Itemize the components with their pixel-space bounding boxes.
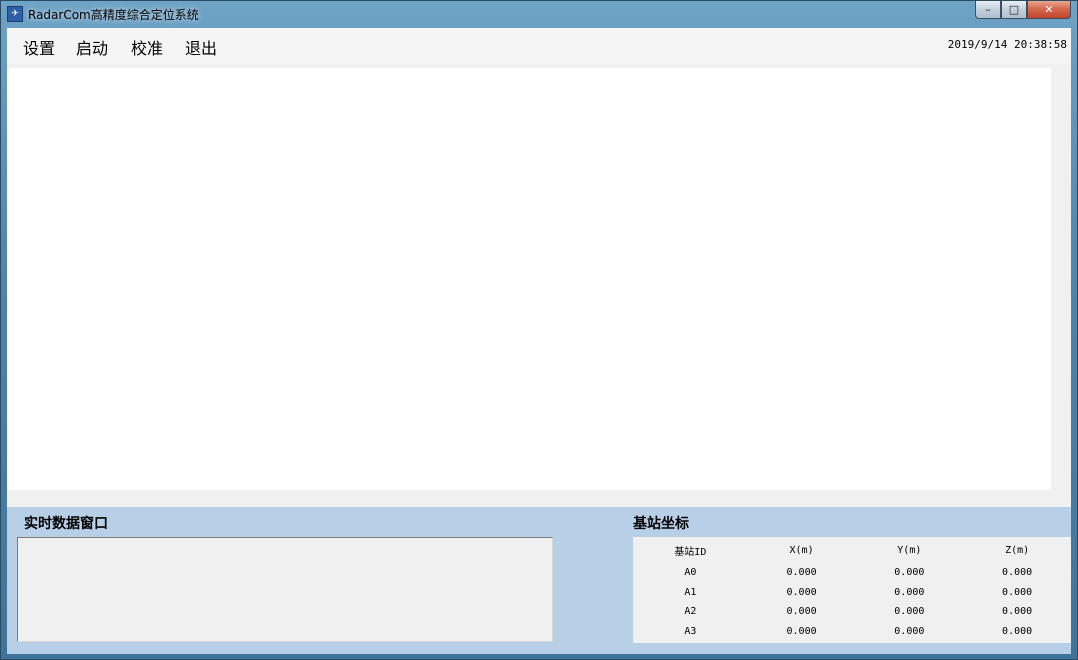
z-cell: 0.000 (1002, 586, 1033, 598)
column-header-x: X(m) (789, 544, 814, 556)
menu-settings[interactable]: 设置 (23, 35, 55, 59)
x-cell: 0.000 (786, 606, 817, 618)
station-id-cell: A1 (684, 586, 697, 598)
z-cell: 0.000 (1002, 606, 1033, 618)
station-coordinates-panel: 基站ID X(m) Y(m) Z(m) A0 0.000 0.000 0.000 (633, 537, 1071, 643)
bottom-panel: 实时数据窗口 基站坐标 基站ID X(m) Y(m) Z(m) A0 0.000… (7, 507, 1071, 654)
y-cell: 0.000 (894, 567, 925, 579)
column-header-y: Y(m) (897, 544, 922, 556)
x-cell: 0.000 (786, 625, 817, 637)
title-bar[interactable]: ✈ RadarCom高精度综合定位系统 – □ ✕ (1, 1, 1077, 27)
x-cell: 0.000 (786, 586, 817, 598)
y-cell: 0.000 (894, 625, 925, 637)
window-controls: – □ ✕ (975, 1, 1071, 20)
window-title: RadarCom高精度综合定位系统 (28, 8, 199, 22)
x-cell: 0.000 (786, 567, 817, 579)
maximize-button[interactable]: □ (1001, 1, 1027, 19)
y-cell: 0.000 (894, 586, 925, 598)
station-panel-title: 基站坐标 (633, 516, 689, 532)
positioning-canvas[interactable] (7, 68, 1051, 490)
station-coordinates-table: 基站ID X(m) Y(m) Z(m) A0 0.000 0.000 0.000 (633, 537, 1071, 641)
menu-bar: 设置 启动 校准 退出 2019/9/14 20:38:58 (7, 28, 1071, 64)
station-id-cell: A3 (684, 625, 697, 637)
radar-app-icon[interactable]: ✈ (7, 6, 23, 22)
close-button[interactable]: ✕ (1027, 1, 1071, 19)
menu-start[interactable]: 启动 (76, 35, 108, 59)
table-row[interactable]: A2 0.000 0.000 0.000 (633, 602, 1071, 622)
client-area: 设置 启动 校准 退出 2019/9/14 20:38:58 实时数据窗口 基站… (7, 28, 1071, 654)
column-header-z: Z(m) (1005, 544, 1030, 556)
table-row[interactable]: A3 0.000 0.000 0.000 (633, 622, 1071, 642)
realtime-data-textbox[interactable] (17, 537, 553, 642)
table-row[interactable]: A0 0.000 0.000 0.000 (633, 563, 1071, 583)
realtime-panel-title: 实时数据窗口 (24, 516, 108, 532)
column-header-station-id: 基站ID (674, 546, 707, 558)
station-id-cell: A2 (684, 606, 697, 618)
table-header-row: 基站ID X(m) Y(m) Z(m) (633, 537, 1071, 563)
station-id-cell: A0 (684, 567, 697, 579)
z-cell: 0.000 (1002, 567, 1033, 579)
menu-exit[interactable]: 退出 (185, 35, 217, 59)
y-cell: 0.000 (894, 606, 925, 618)
z-cell: 0.000 (1002, 625, 1033, 637)
table-row[interactable]: A1 0.000 0.000 0.000 (633, 583, 1071, 603)
menu-calibrate[interactable]: 校准 (131, 35, 163, 59)
datetime-display: 2019/9/14 20:38:58 (947, 38, 1067, 51)
minimize-button[interactable]: – (975, 1, 1001, 19)
app-window: ✈ RadarCom高精度综合定位系统 – □ ✕ 设置 启动 校准 退出 20… (0, 0, 1078, 660)
